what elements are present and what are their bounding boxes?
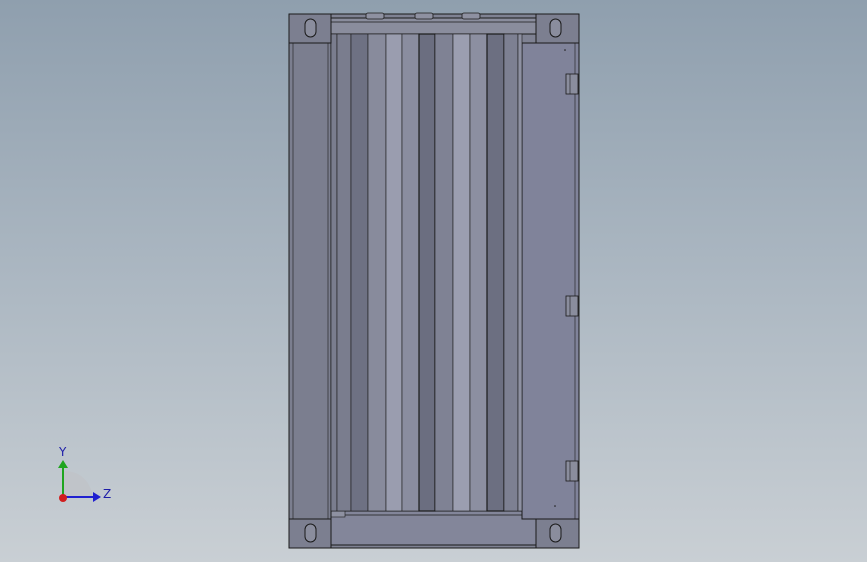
top-rail — [330, 17, 537, 35]
y-axis-arrow-icon — [58, 460, 68, 468]
top-fitting-2 — [414, 12, 434, 20]
door-hinge-top — [565, 73, 579, 95]
door-hinge-middle — [565, 295, 579, 317]
corner-casting-top-left — [288, 13, 332, 44]
x-axis-dot-icon — [59, 494, 67, 502]
triad-plane-indicator — [63, 471, 93, 497]
z-axis-label: Z — [103, 487, 111, 501]
graphics-viewport[interactable]: Y Z — [0, 0, 867, 562]
container-model[interactable] — [288, 12, 580, 549]
model-view[interactable]: Y Z — [0, 0, 867, 562]
top-fitting-1 — [365, 12, 385, 20]
bottom-rail — [330, 510, 537, 546]
y-axis-label: Y — [58, 445, 67, 459]
left-corner-post — [288, 42, 332, 520]
corrugated-wall — [330, 33, 523, 512]
corner-casting-bottom-left — [288, 518, 332, 549]
door-hinge-bottom — [565, 460, 579, 482]
top-fitting-3 — [461, 12, 481, 20]
z-axis-arrow-icon — [93, 492, 101, 502]
corner-casting-bottom-right — [535, 518, 580, 549]
orientation-triad[interactable]: Y Z — [58, 445, 111, 502]
right-door-panel — [521, 42, 580, 520]
corner-casting-top-right — [535, 13, 580, 44]
